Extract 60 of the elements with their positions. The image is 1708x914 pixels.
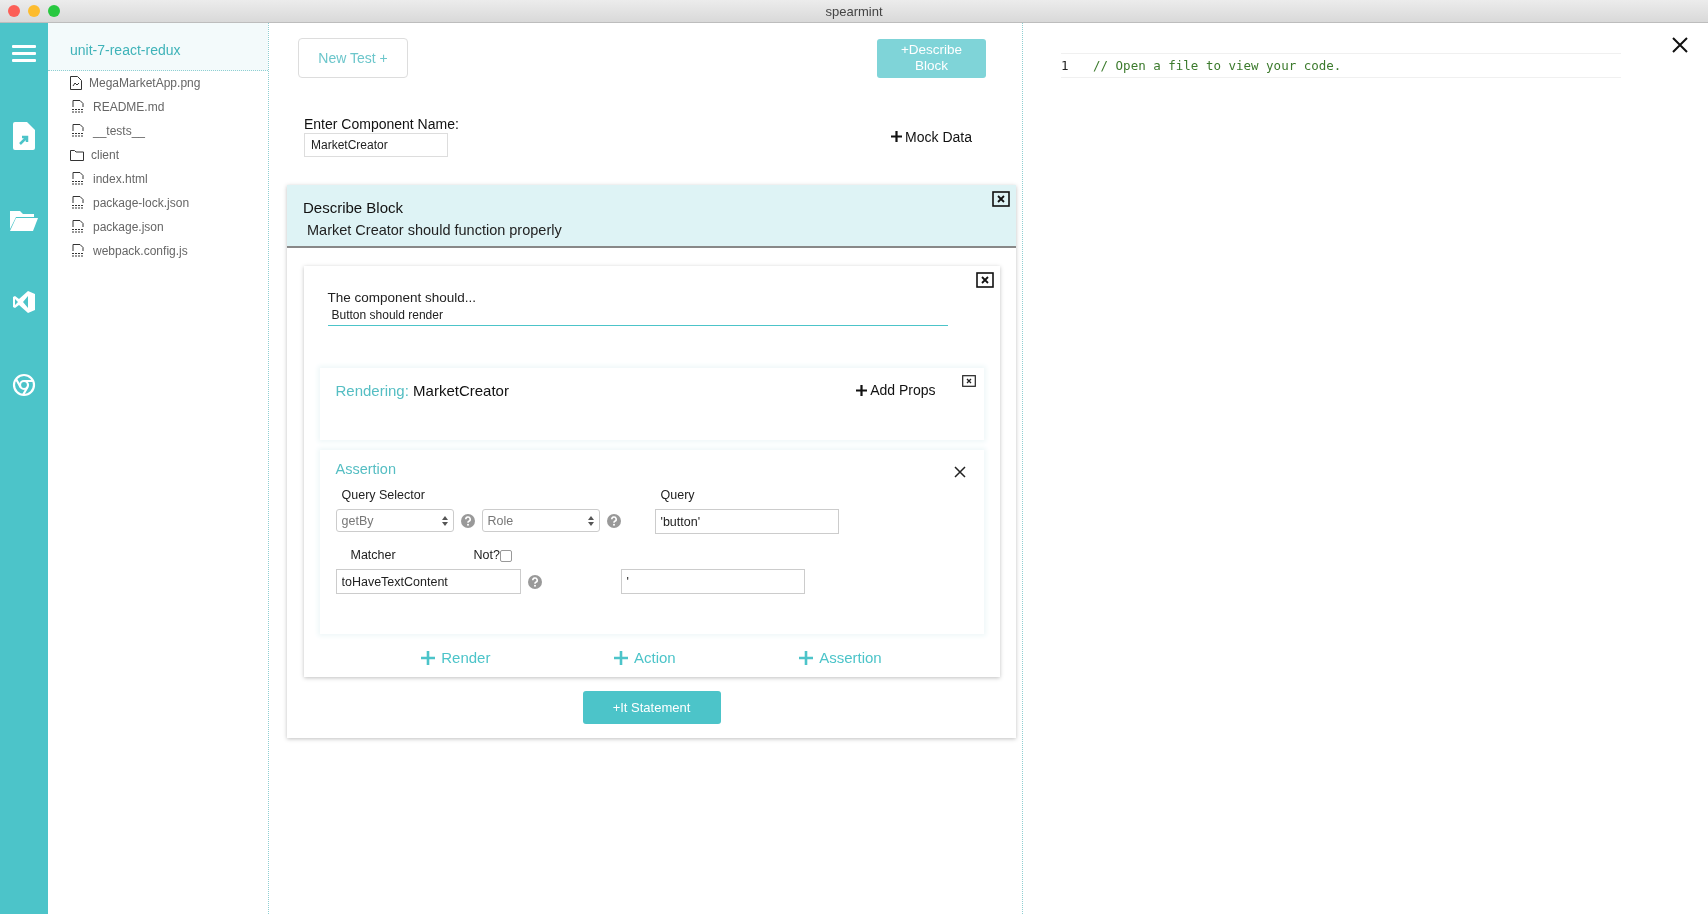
matcher-field[interactable]: toHaveTextContent <box>335 569 521 594</box>
plus-icon <box>613 650 628 665</box>
close-icon[interactable] <box>953 466 966 478</box>
query-selector-label: Query Selector <box>340 488 426 502</box>
matcher-label: Matcher <box>349 548 397 562</box>
plus-icon <box>421 650 436 665</box>
close-icon[interactable] <box>961 375 976 387</box>
file-item[interactable]: MegaMarketApp.png <box>48 71 268 95</box>
help-icon[interactable] <box>606 513 621 528</box>
plus-icon <box>891 131 903 142</box>
it-statement-label: The component should... <box>326 290 478 305</box>
not-label: Not? <box>473 548 500 562</box>
file-icon <box>70 124 86 138</box>
not-checkbox[interactable] <box>499 550 512 562</box>
query-label: Query <box>659 488 696 502</box>
file-item[interactable]: package-lock.json <box>48 191 268 215</box>
file-icon <box>70 220 86 234</box>
code-comment: // Open a file to view your code. <box>1093 58 1342 73</box>
menu-icon[interactable] <box>12 43 36 63</box>
close-icon[interactable] <box>975 272 994 288</box>
describe-block-description[interactable]: Market Creator should function properly <box>303 222 1000 238</box>
rendering-title: Rendering: MarketCreator <box>335 382 509 399</box>
close-icon[interactable] <box>992 191 1010 207</box>
file-export-icon[interactable] <box>13 122 35 150</box>
file-icon <box>70 100 86 114</box>
add-props-button[interactable]: Add Props <box>856 382 936 398</box>
window-title: spearmint <box>825 3 883 19</box>
code-editor-icon[interactable] <box>12 290 36 314</box>
describe-block-title: Describe Block <box>303 199 405 216</box>
file-icon <box>70 244 86 258</box>
file-item[interactable]: package.json <box>48 215 268 239</box>
help-icon[interactable] <box>460 513 475 528</box>
help-icon[interactable] <box>527 574 542 589</box>
plus-icon <box>856 384 868 396</box>
file-item[interactable]: README.md <box>48 95 268 119</box>
file-item[interactable]: client <box>48 143 268 167</box>
file-item[interactable]: __tests__ <box>48 119 268 143</box>
file-icon <box>70 196 86 210</box>
plus-icon <box>799 650 814 665</box>
sort-arrows-icon <box>441 515 448 526</box>
query-field[interactable]: 'button' <box>654 509 839 534</box>
assertion-title: Assertion <box>335 461 396 477</box>
browser-icon[interactable] <box>12 373 36 397</box>
component-name-label: Enter Component Name: <box>304 116 459 132</box>
sort-arrows-icon <box>587 515 594 526</box>
file-item[interactable]: index.html <box>48 167 268 191</box>
folder-icon[interactable] <box>10 209 38 231</box>
file-icon <box>70 172 86 186</box>
folder-icon <box>70 149 84 161</box>
close-window-button[interactable] <box>8 5 20 17</box>
maximize-window-button[interactable] <box>48 5 60 17</box>
mock-data-button[interactable]: Mock Data <box>891 128 972 145</box>
query-type-dropdown[interactable]: Role <box>481 509 600 532</box>
matcher-value-field[interactable]: ' <box>620 569 805 594</box>
component-name-field[interactable]: MarketCreator <box>304 133 448 157</box>
close-icon[interactable] <box>1672 37 1688 53</box>
line-number: 1 <box>1061 58 1070 73</box>
query-selector-dropdown[interactable]: getBy <box>335 509 454 532</box>
image-file-icon <box>70 76 82 90</box>
file-item[interactable]: webpack.config.js <box>48 239 268 263</box>
